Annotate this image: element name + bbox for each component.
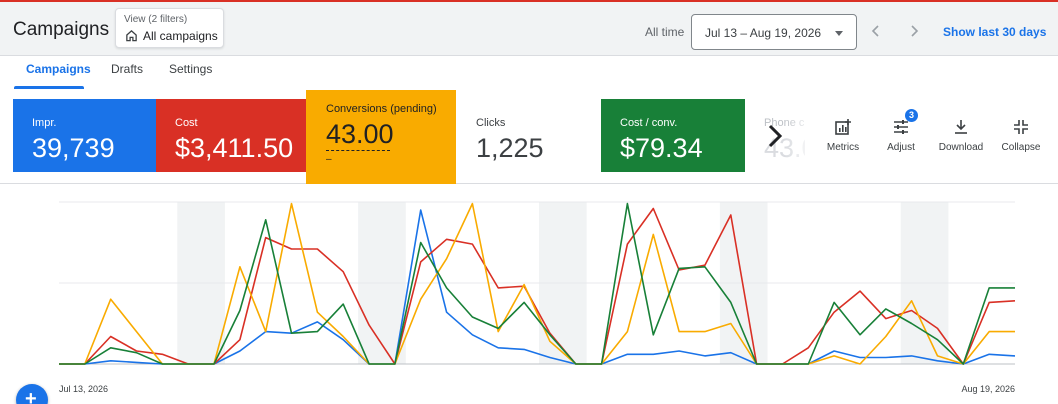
- pending-underline: [326, 150, 390, 151]
- metrics-label: Metrics: [826, 142, 860, 153]
- date-range-prefix: All time: [645, 25, 685, 39]
- scorecard-cost-per-conversion[interactable]: Cost / conv. $79.34: [601, 99, 745, 172]
- performance-chart: Jul 13, 2026 Aug 19, 2026: [0, 184, 1058, 404]
- tab-drafts[interactable]: Drafts: [111, 62, 143, 76]
- page-title: Campaigns: [13, 19, 110, 40]
- adjust-badge: 3: [905, 109, 918, 122]
- adjust-label: Adjust: [887, 142, 915, 153]
- scorecard-value: $3,411.50: [175, 133, 294, 163]
- chevron-right-icon[interactable]: [906, 21, 922, 41]
- scorecard-cost[interactable]: Cost $3,411.50: [156, 99, 306, 172]
- performance-line-chart: Jul 13, 2026 Aug 19, 2026: [59, 201, 1016, 394]
- chevron-left-icon[interactable]: [868, 21, 884, 41]
- home-icon: [126, 29, 137, 42]
- active-tab-indicator: [14, 86, 84, 89]
- scorecard-impressions[interactable]: Impr. 39,739: [13, 99, 156, 172]
- scorecard-conversions[interactable]: Conversions (pending) 43.00 –: [306, 90, 456, 184]
- collapse-icon: [1014, 120, 1028, 134]
- scorecard-label: Conversions (pending): [326, 103, 437, 115]
- scorecard-label: Cost: [175, 117, 198, 129]
- collapse-button[interactable]: Collapse: [991, 118, 1051, 153]
- download-label: Download: [938, 142, 984, 153]
- view-selector-chip[interactable]: View (2 filters) All campaigns: [115, 8, 224, 48]
- plus-icon: +: [25, 388, 37, 404]
- show-last-30-days-button[interactable]: Show last 30 days: [943, 25, 1046, 39]
- view-label: All campaigns: [143, 29, 218, 43]
- adjust-button[interactable]: 3 Adjust: [871, 109, 931, 153]
- metrics-button[interactable]: Metrics: [813, 118, 873, 153]
- add-chart-icon: [835, 119, 851, 135]
- chevron-right-icon[interactable]: [765, 120, 785, 152]
- download-button[interactable]: Download: [931, 118, 991, 153]
- tab-campaigns[interactable]: Campaigns: [26, 62, 91, 76]
- view-filter-count: View (2 filters): [124, 14, 188, 25]
- scorecard-label: Cost / conv.: [620, 117, 678, 129]
- scorecard-value: 1,225: [476, 133, 544, 163]
- download-icon: [955, 120, 967, 134]
- date-range-picker[interactable]: Jul 13 – Aug 19, 2026: [691, 14, 857, 50]
- scorecard-value: 39,739: [32, 133, 115, 163]
- page-tabs: Campaigns Drafts Settings: [0, 56, 1058, 90]
- top-bar: Campaigns View (2 filters) All campaigns…: [0, 0, 1058, 56]
- scorecard-label: Impr.: [32, 117, 57, 129]
- scorecard-subvalue: –: [326, 154, 332, 165]
- scorecard-value: $79.34: [620, 133, 703, 163]
- scorecards: Impr. 39,739 Cost $3,411.50 Conversions …: [0, 90, 1058, 184]
- x-axis-end-label: Aug 19, 2026: [961, 384, 1015, 394]
- scorecard-label: Clicks: [476, 117, 506, 129]
- caret-down-icon: [835, 31, 843, 36]
- date-range-label: Jul 13 – Aug 19, 2026: [705, 26, 822, 40]
- x-axis-start-label: Jul 13, 2026: [59, 384, 108, 394]
- scorecard-value: 43.00: [326, 119, 394, 149]
- tab-settings[interactable]: Settings: [169, 62, 212, 76]
- scorecard-clicks[interactable]: Clicks 1,225: [456, 99, 601, 172]
- collapse-label: Collapse: [1001, 142, 1041, 153]
- scorecard-fade: [785, 99, 815, 172]
